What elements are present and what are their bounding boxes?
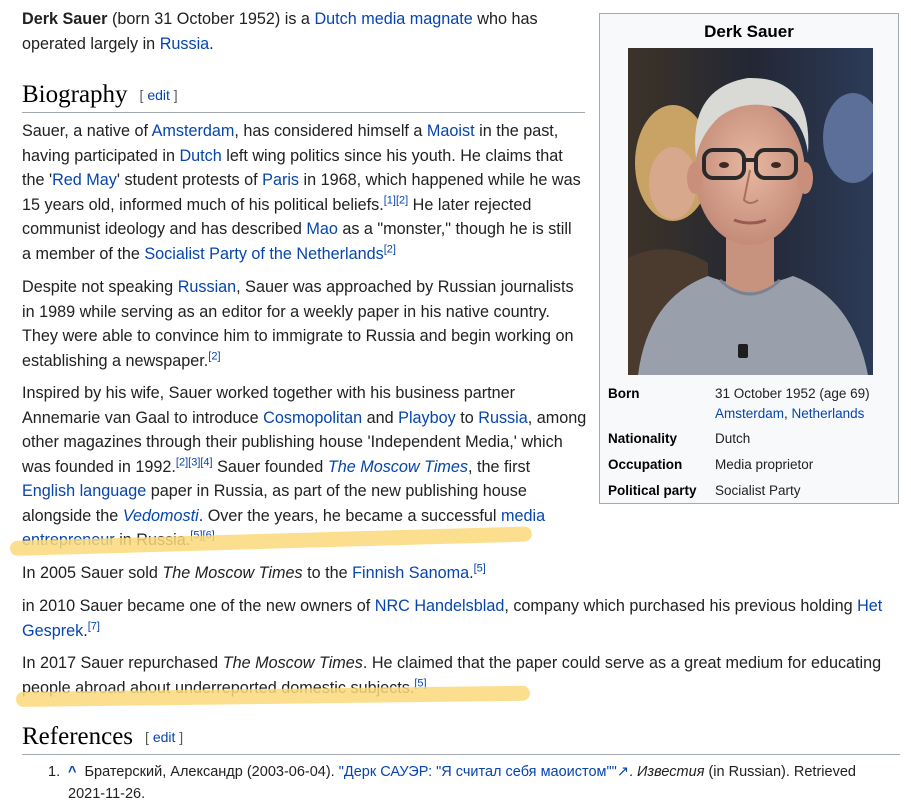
biography-paragraph-4: In 2005 Sauer sold The Moscow Times to t… <box>22 562 486 582</box>
link-russia[interactable]: Russia <box>160 35 209 53</box>
biography-edit-section: [ edit ] <box>139 87 178 103</box>
link-media-proprietor[interactable]: Media proprietor <box>715 455 813 475</box>
link-socialist-party[interactable]: Socialist Party <box>715 481 801 501</box>
biography-title: Biography <box>22 81 128 108</box>
link-finnish-sanoma[interactable]: Finnish Sanoma <box>352 564 469 582</box>
biography-paragraph-5: in 2010 Sauer became one of the new owne… <box>22 597 883 640</box>
link-cosmopolitan[interactable]: Cosmopolitan <box>263 409 362 427</box>
reference-text: ^ Братерский, Александр (2003-06-04). "Д… <box>68 764 856 802</box>
references-edit-link[interactable]: edit <box>153 729 176 745</box>
biography-paragraph-2: Despite not speaking Russian, Sauer was … <box>22 278 574 370</box>
citation-2[interactable]: [2] <box>176 456 188 468</box>
external-link-icon: ↗ <box>616 764 629 780</box>
link-vedomosti[interactable]: Vedomosti <box>123 507 199 525</box>
occupation-label: Occupation <box>608 457 683 472</box>
link-amsterdam[interactable]: Amsterdam <box>152 122 235 140</box>
citation-2[interactable]: [2] <box>208 350 220 362</box>
link-socialist-party-netherlands[interactable]: Socialist Party of the Netherlands <box>144 245 383 263</box>
references-title: References <box>22 723 134 750</box>
link-playboy[interactable]: Playboy <box>398 409 456 427</box>
party-label: Political party <box>608 483 697 498</box>
link-red-may[interactable]: Red May <box>52 171 117 189</box>
references-heading: References [ edit ] <box>22 722 900 755</box>
link-dutch-media-magnate[interactable]: Dutch media magnate <box>314 10 472 28</box>
link-netherlands[interactable]: Netherlands <box>792 406 865 421</box>
biography-paragraph-1: Sauer, a native of Amsterdam, has consid… <box>22 122 581 263</box>
link-english-language[interactable]: English language <box>22 482 146 500</box>
born-label: Born <box>608 386 640 401</box>
biography-heading: Biography [ edit ] <box>22 80 585 113</box>
link-russia[interactable]: Russia <box>478 409 527 427</box>
reference-number: 1. <box>48 764 61 780</box>
reference-backlink[interactable]: ^ <box>68 764 76 780</box>
subject-name: Derk Sauer <box>22 10 108 28</box>
link-nrc-handelsblad[interactable]: NRC Handelsblad <box>375 597 505 615</box>
link-russian[interactable]: Russian <box>178 278 236 296</box>
citation-3[interactable]: [3] <box>188 456 200 468</box>
citation-2[interactable]: [2] <box>396 194 408 206</box>
citation-5[interactable]: [5] <box>474 563 486 575</box>
citation-1[interactable]: [1] <box>384 194 396 206</box>
citation-7[interactable]: [7] <box>88 620 100 632</box>
born-place: Amsterdam, Netherlands <box>715 405 865 421</box>
intro-paragraph: Derk Sauer (born 31 October 1952) is a D… <box>22 10 538 53</box>
link-maoist[interactable]: Maoist <box>427 122 475 140</box>
reference-link[interactable]: "Дерк САУЭР: "Я считал себя маоистом"" <box>339 764 617 780</box>
portrait-photo[interactable] <box>628 48 873 375</box>
infobox: Derk Sauer Born 31 October 1952 (age 69)… <box>599 13 899 504</box>
portrait-image <box>628 48 873 375</box>
biography-edit-link[interactable]: edit <box>147 87 170 103</box>
citation-4[interactable]: [4] <box>200 456 212 468</box>
citation-2[interactable]: [2] <box>384 243 396 255</box>
nationality-label: Nationality <box>608 431 678 446</box>
infobox-title: Derk Sauer <box>704 22 794 41</box>
link-paris[interactable]: Paris <box>262 171 299 189</box>
born-date: 31 October 1952 (age 69) <box>715 386 870 401</box>
link-nationality-dutch[interactable]: Dutch <box>715 429 750 449</box>
link-dutch[interactable]: Dutch <box>179 147 221 165</box>
references-edit-section: [ edit ] <box>145 729 184 745</box>
link-mao[interactable]: Mao <box>306 220 338 238</box>
link-the-moscow-times[interactable]: The Moscow Times <box>328 458 468 476</box>
link-amsterdam[interactable]: Amsterdam <box>715 406 784 421</box>
